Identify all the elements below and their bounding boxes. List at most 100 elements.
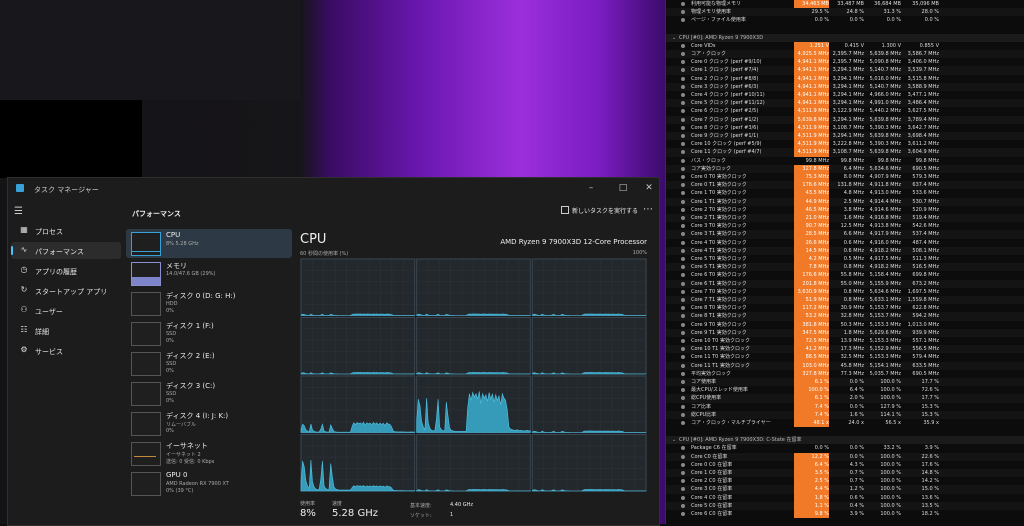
- sensor-row[interactable]: 総CPU比率 7.4 % 1.6 % 114.1 % 15.3 %: [666, 410, 1024, 419]
- sensor-name: CPU [#0]: AMD Ryzen 9 7900X3D: [679, 34, 764, 41]
- sidebar-item-performance[interactable]: ∿ パフォーマンス: [11, 242, 121, 259]
- sensor-row[interactable]: Core 3 C0 在留率 4.4 % 1.2 % 100.0 % 15.0 %: [666, 485, 1024, 494]
- sensor-row[interactable]: Core 9 T0 実効クロック 381.8 MHz 50.3 MHz 5,153.3…: [666, 320, 1024, 329]
- sensor-row[interactable]: Core 5 T0 実効クロック 4.2 MHz 0.5 MHz 4,917.5 MH…: [666, 255, 1024, 264]
- resource-item-disk-1[interactable]: ディスク 1 (F:) SSD 0%: [126, 319, 292, 348]
- sensor-row[interactable]: 物理メモリ使用率 29.5 % 24.8 % 31.3 % 28.0 %: [666, 8, 1024, 17]
- sensor-row[interactable]: Core 3 クロック (perf #6/3) 4,941.1 MHz 3,294.…: [666, 82, 1024, 91]
- sensor-row[interactable]: Package C6 在留率 0.0 % 0.0 % 33.2 % 3.9 %: [666, 444, 1024, 452]
- resource-item-memory[interactable]: メモリ 14.0/47.6 GB (29%): [126, 259, 292, 288]
- sidebar-item-users[interactable]: ⚇ ユーザー: [11, 302, 121, 319]
- sensor-row[interactable]: 最大CPU/スレッド使用率 100.0 % 6.4 % 100.0 % 72.6 %: [666, 386, 1024, 395]
- title-bar[interactable]: タスク マネージャー – □ ✕: [8, 178, 659, 198]
- sensor-row[interactable]: Core 6 C0 在留率 9.8 % 3.9 % 100.0 % 18.2 %: [666, 510, 1024, 519]
- sensor-row[interactable]: Core 6 T0 実効クロック 176.6 MHz 55.8 MHz 5,158.4…: [666, 271, 1024, 280]
- resource-item-disk-2[interactable]: ディスク 2 (E:) SSD 0%: [126, 349, 292, 378]
- sensor-icon: [681, 454, 685, 459]
- sensor-row[interactable]: Core 4 T0 実効クロック 26.6 MHz 0.6 MHz 4,916.0 M…: [666, 238, 1024, 247]
- sensor-row[interactable]: Core 9 T1 実効クロック 347.5 MHz 1.8 MHz 5,629.6 …: [666, 328, 1024, 337]
- sensor-row[interactable]: Core 8 T0 実効クロック 117.2 MHz 30.9 MHz 5,153.7…: [666, 304, 1024, 313]
- sensor-max-value: 5,153.7 MHz: [869, 305, 901, 312]
- sensor-row[interactable]: Core 7 T1 実効クロック 51.9 MHz 0.8 MHz 5,633.1 M…: [666, 296, 1024, 305]
- sensor-row[interactable]: Core 10 クロック (perf #5/9) 4,511.9 MHz 3,222…: [666, 140, 1024, 149]
- more-options-icon[interactable]: ⋯: [643, 204, 653, 215]
- memory-thumbnail: [131, 262, 161, 286]
- sidebar-item-details[interactable]: ☷ 詳細: [11, 322, 121, 339]
- sensor-current-value: 4,941.1 MHz: [794, 82, 829, 91]
- sensor-row[interactable]: Core 10 T0 実効クロック 72.5 MHz 13.9 MHz 5,153.3…: [666, 337, 1024, 346]
- sensor-row[interactable]: Core 7 クロック (perf #1/2) 5,639.8 MHz 3,294.…: [666, 115, 1024, 124]
- expand-chevron-icon[interactable]: ⌄: [672, 436, 676, 444]
- sensor-row[interactable]: Core 2 クロック (perf #8/8) 4,941.1 MHz 3,294.…: [666, 74, 1024, 83]
- sensor-row[interactable]: Core 11 T0 実効クロック 88.5 MHz 32.5 MHz 5,153.3…: [666, 353, 1024, 362]
- run-new-task-button[interactable]: 新しいタスクを実行する: [561, 206, 638, 215]
- sensor-row[interactable]: Core 3 T0 実効クロック 90.7 MHz 12.5 MHz 4,913.8 …: [666, 222, 1024, 231]
- sensor-row[interactable]: Core 11 T1 実効クロック 103.0 MHz 45.8 MHz 5,154.…: [666, 361, 1024, 370]
- sensor-row[interactable]: Core 5 T1 実効クロック 7.8 MHz 0.8 MHz 4,918.2 MH…: [666, 263, 1024, 272]
- sensor-avg-value: 0.855 V: [919, 42, 939, 49]
- sidebar-item-processes[interactable]: ▦ プロセス: [11, 222, 121, 239]
- sensor-row[interactable]: Core 4 T1 実効クロック 14.5 MHz 0.6 MHz 4,918.2 M…: [666, 246, 1024, 255]
- sensor-row[interactable]: バス・クロック 99.8 MHz 99.8 MHz 99.8 MHz 99.8 MHz: [666, 157, 1024, 165]
- sensor-row[interactable]: Core 1 C0 在留率 3.5 % 0.7 % 100.0 % 14.8 %: [666, 469, 1024, 478]
- sensor-row[interactable]: Core 1 T1 実効クロック 44.9 MHz 2.5 MHz 4,914.4 M…: [666, 197, 1024, 206]
- resource-item-disk-3[interactable]: ディスク 3 (C:) SSD 0%: [126, 379, 292, 408]
- sensor-row[interactable]: Core 0 T1 実効クロック 176.6 MHz 131.8 MHz 4,911.…: [666, 181, 1024, 190]
- sensor-row[interactable]: Core 1 クロック (perf #7/4) 4,941.1 MHz 3,294.…: [666, 66, 1024, 75]
- sensor-row[interactable]: Core 0 クロック (perf #9/10) 4,941.1 MHz 2,395…: [666, 58, 1024, 67]
- sensor-row[interactable]: Core 6 クロック (perf #2/5) 4,511.9 MHz 3,122.…: [666, 107, 1024, 116]
- sensor-row[interactable]: Core 3 T1 実効クロック 28.5 MHz 6.6 MHz 4,917.9 M…: [666, 230, 1024, 239]
- sensor-section-header[interactable]: ⌄ CPU [#0]: AMD Ryzen 9 7900X3D: C-State …: [666, 436, 1024, 445]
- sensor-row[interactable]: Core 5 クロック (perf #11/12) 4,941.1 MHz 3,29…: [666, 99, 1024, 108]
- resource-item-ethernet[interactable]: イーサネット イーサネット 2 送信: 0 受信: 0 Kbps: [126, 439, 292, 468]
- sensor-row[interactable]: Core 5 C0 在留率 1.1 % 0.4 % 100.0 % 13.5 %: [666, 501, 1024, 510]
- sensor-row[interactable]: Core 7 T0 実効クロック 3,630.9 MHz 0.8 MHz 5,634.…: [666, 287, 1024, 296]
- sensor-row[interactable]: Core C0 在留率 12.2 % 0.0 % 100.0 % 22.6 %: [666, 452, 1024, 461]
- resource-item-cpu[interactable]: CPU 8% 5.28 GHz: [126, 229, 292, 258]
- sensor-row[interactable]: Core 4 C0 在留率 1.8 % 0.6 % 100.0 % 13.6 %: [666, 493, 1024, 502]
- sensor-row[interactable]: Core 6 T1 実効クロック 201.8 MHz 55.0 MHz 5,155.9…: [666, 279, 1024, 288]
- sensor-row[interactable]: コア・クロック・マルチプライヤー 48.1 x 24.0 x 56.5 x 35.9 x: [666, 419, 1024, 428]
- sensor-row[interactable]: ページ・ファイル使用率 0.0 % 0.0 % 0.0 % 0.0 %: [666, 16, 1024, 24]
- sensor-row[interactable]: コア実効クロック 327.8 MHz 6.4 MHz 5,634.6 MHz 690.5…: [666, 164, 1024, 173]
- sensor-row[interactable]: コア使用率 6.1 % 0.0 % 100.0 % 17.7 %: [666, 378, 1024, 387]
- minimize-icon[interactable]: –: [582, 181, 600, 195]
- startup-icon: ↻: [20, 285, 28, 294]
- resource-item-disk-0[interactable]: ディスク 0 (D: G: H:) HDD 0%: [126, 289, 292, 318]
- maximize-icon[interactable]: □: [614, 181, 632, 195]
- sensor-row[interactable]: Core 1 T0 実効クロック 43.5 MHz 4.8 MHz 4,913.0 M…: [666, 189, 1024, 198]
- sensor-min-value: 1.6 %: [849, 411, 864, 418]
- sensor-avg-value: 35,096 MB: [912, 1, 939, 7]
- sensor-row[interactable]: 総CPU使用率 6.1 % 2.0 % 100.0 % 17.7 %: [666, 394, 1024, 403]
- sensor-name: Core 8 T1 実効クロック: [691, 313, 747, 320]
- expand-chevron-icon[interactable]: ⌄: [672, 34, 676, 42]
- sensor-max-value: 5,158.4 MHz: [869, 272, 901, 279]
- sensor-row[interactable]: Core 0 C0 在留率 6.4 % 4.3 % 100.0 % 17.6 %: [666, 460, 1024, 469]
- sensor-row[interactable]: Core 2 T1 実効クロック 21.0 MHz 1.6 MHz 4,916.8 M…: [666, 214, 1024, 223]
- sensor-row[interactable]: コア・クロック 4,925.5 MHz 2,395.7 MHz 5,639.8 MHz…: [666, 50, 1024, 59]
- sensor-row[interactable]: Core 10 T1 実効クロック 41.2 MHz 17.3 MHz 5,152.9…: [666, 345, 1024, 354]
- sensor-row[interactable]: Core 8 T1 実効クロック 53.2 MHz 32.8 MHz 5,153.7 …: [666, 312, 1024, 321]
- sensor-row[interactable]: 利用可能な物理メモリ 34,463 MB 33,487 MB 36,684 MB 35,…: [666, 0, 1024, 9]
- sensor-avg-value: 17.6 %: [921, 461, 939, 468]
- resource-item-disk-4[interactable]: ディスク 4 (I: J: K:) リムーバブル 0%: [126, 409, 292, 438]
- sensor-row[interactable]: Core 2 C0 在留率 2.5 % 0.7 % 100.0 % 14.2 %: [666, 477, 1024, 486]
- sensor-row[interactable]: Core VIDs 1.251 V 0.415 V 1.300 V 0.855 V: [666, 41, 1024, 50]
- sensor-row[interactable]: Core 4 クロック (perf #10/11) 4,941.1 MHz 3,29…: [666, 91, 1024, 100]
- sensor-row[interactable]: Core 11 クロック (perf #4/7) 4,511.9 MHz 3,108…: [666, 148, 1024, 157]
- sensor-row[interactable]: Core 2 T0 実効クロック 46.5 MHz 3.8 MHz 4,914.6 M…: [666, 205, 1024, 214]
- sensor-row[interactable]: Core 0 T0 実効クロック 75.3 MHz 8.0 MHz 4,907.9 M…: [666, 173, 1024, 182]
- sidebar-item-app-history[interactable]: ◷ アプリの履歴: [11, 262, 121, 279]
- sensor-name: Core 7 T0 実効クロック: [691, 288, 747, 295]
- sidebar-item-services[interactable]: ⚙ サービス: [11, 342, 121, 359]
- sensor-row[interactable]: 平均実効クロック 327.8 MHz 77.3 MHz 5,035.7 MHz 690.…: [666, 369, 1024, 378]
- sensor-row[interactable]: コア比率 7.4 % 0.0 % 127.9 % 15.3 %: [666, 402, 1024, 411]
- sensor-current-value: 347.5 MHz: [794, 328, 829, 337]
- sensor-section-header[interactable]: ⌄ CPU [#0]: AMD Ryzen 9 7900X3D: [666, 33, 1024, 42]
- resource-item-gpu[interactable]: GPU 0 AMD Radeon RX 7900 XT 0% (39 °C): [126, 469, 292, 498]
- sidebar-item-startup-apps[interactable]: ↻ スタートアップ アプリ: [11, 282, 121, 299]
- hamburger-menu-icon[interactable]: ☰: [14, 206, 23, 217]
- sensor-row[interactable]: Core 8 クロック (perf #3/6) 4,511.9 MHz 3,108.…: [666, 123, 1024, 132]
- close-icon[interactable]: ✕: [640, 181, 658, 195]
- sensor-row[interactable]: Core 9 クロック (perf #1/1) 4,511.9 MHz 3,294.…: [666, 132, 1024, 141]
